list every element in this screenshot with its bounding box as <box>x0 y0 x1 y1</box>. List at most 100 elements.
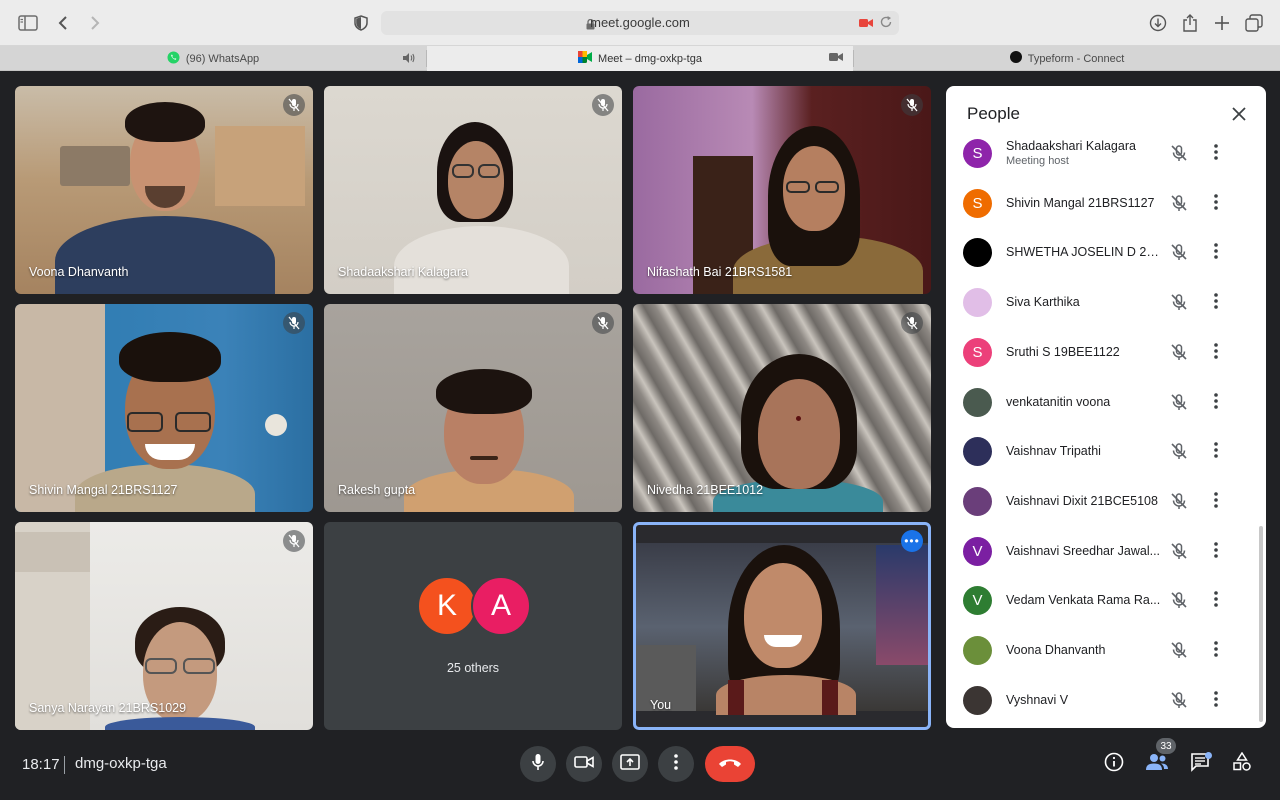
participant-row[interactable]: S Sruthi S 19BEE1122 <box>946 331 1256 377</box>
muted-mic-icon[interactable] <box>1170 343 1188 366</box>
muted-mic-icon <box>283 530 305 552</box>
participant-row[interactable]: S Shivin Mangal 21BRS1127 <box>946 182 1256 228</box>
participant-name: SHWETHA JOSELIN D 20... <box>1006 245 1161 260</box>
video-tile-shadaakshari[interactable]: Shadaakshari Kalagara <box>324 86 622 294</box>
participant-row[interactable]: Voona Dhanvanth <box>946 629 1256 675</box>
back-icon[interactable] <box>52 12 74 34</box>
vertical-dots-icon[interactable] <box>1214 442 1218 463</box>
meeting-details-button[interactable] <box>1102 752 1126 776</box>
share-icon[interactable] <box>1179 12 1201 34</box>
scrollbar[interactable] <box>1259 526 1263 722</box>
sidebar-toggle-icon[interactable] <box>17 12 39 34</box>
present-screen-button[interactable] <box>612 746 648 782</box>
muted-mic-icon[interactable] <box>1170 442 1188 465</box>
vertical-dots-icon[interactable] <box>1214 144 1218 165</box>
download-icon[interactable] <box>1147 12 1169 34</box>
participant-row[interactable]: V Vaishnavi Sreedhar Jawal... <box>946 530 1256 576</box>
muted-mic-icon <box>901 94 923 116</box>
tab-meet[interactable]: Meet – dmg-oxkp-tga <box>427 46 853 71</box>
whatsapp-icon <box>167 51 180 67</box>
avatar: A <box>471 576 531 636</box>
vertical-dots-icon[interactable] <box>1214 492 1218 513</box>
privacy-shield-icon[interactable] <box>350 12 372 34</box>
others-count-label: 25 others <box>446 661 500 675</box>
camera-button[interactable] <box>566 746 602 782</box>
video-tile-voona[interactable]: Voona Dhanvanth <box>15 86 313 294</box>
participant-name: Sanya Narayan 21BRS1029 <box>29 701 187 715</box>
participant-name: Vaishnav Tripathi <box>1006 444 1101 459</box>
activities-button[interactable] <box>1230 751 1254 776</box>
tab-whatsapp[interactable]: (96) WhatsApp <box>0 46 426 71</box>
vertical-dots-icon[interactable] <box>1214 293 1218 314</box>
avatar <box>963 238 992 268</box>
muted-mic-icon[interactable] <box>1170 293 1188 316</box>
camera-recording-icon[interactable] <box>829 52 843 65</box>
muted-mic-icon[interactable] <box>1170 691 1188 714</box>
more-options-button[interactable] <box>658 746 694 782</box>
muted-mic-icon[interactable] <box>1170 194 1188 217</box>
muted-mic-icon[interactable] <box>1170 243 1188 266</box>
muted-mic-icon[interactable] <box>1170 144 1188 167</box>
camera-icon <box>574 755 594 774</box>
muted-mic-icon <box>283 94 305 116</box>
reload-icon[interactable] <box>879 15 893 34</box>
vertical-dots-icon[interactable] <box>1214 690 1218 712</box>
typeform-icon <box>1009 51 1022 66</box>
muted-mic-icon[interactable] <box>1170 641 1188 664</box>
participant-row[interactable]: V Vedam Venkata Rama Ra... <box>946 579 1256 625</box>
participant-name: Voona Dhanvanth <box>29 265 129 279</box>
self-video-tile[interactable]: ••• You <box>633 522 931 730</box>
vertical-dots-icon[interactable] <box>1214 541 1218 563</box>
participant-row[interactable]: Vyshnavi V <box>946 679 1256 725</box>
browser-toolbar: meet.google.com <box>0 0 1280 46</box>
participant-name: Nivedha 21BEE1012 <box>647 483 764 497</box>
vertical-dots-icon[interactable] <box>1214 342 1218 364</box>
muted-mic-icon[interactable] <box>1170 591 1188 614</box>
vertical-dots-icon[interactable] <box>1214 193 1218 215</box>
participant-row[interactable]: Vaishnavi Dixit 21BCE5108 <box>946 480 1256 526</box>
more-options-icon[interactable]: ••• <box>901 530 923 552</box>
muted-mic-icon[interactable] <box>1170 542 1188 565</box>
muted-mic-icon[interactable] <box>1170 393 1188 416</box>
meeting-controls-bar: 18:17 dmg-oxkp-tga <box>0 728 1280 800</box>
participant-row[interactable]: S Shadaakshari Kalagara Meeting host <box>946 132 1256 178</box>
microphone-button[interactable] <box>520 746 556 782</box>
new-tab-icon[interactable] <box>1211 12 1233 34</box>
vertical-dots-icon <box>674 753 678 775</box>
participant-row[interactable]: Siva Karthika <box>946 281 1256 327</box>
present-screen-icon <box>620 753 640 775</box>
participant-name: Shivin Mangal 21BRS1127 <box>29 483 178 497</box>
video-tile-rakesh[interactable]: Rakesh gupta <box>324 304 622 512</box>
tab-typeform[interactable]: Typeform - Connect <box>854 46 1280 71</box>
avatar <box>963 685 992 715</box>
video-tile-shivin[interactable]: Shivin Mangal 21BRS1127 <box>15 304 313 512</box>
speaker-icon[interactable] <box>402 52 416 67</box>
vertical-dots-icon[interactable] <box>1214 641 1218 662</box>
camera-in-use-icon[interactable] <box>859 16 873 34</box>
video-tile-nivedha[interactable]: Nivedha 21BEE1012 <box>633 304 931 512</box>
participant-name: Vyshnavi V <box>1006 692 1069 707</box>
tab-label: (96) WhatsApp <box>185 52 260 65</box>
participant-name: Siva Karthika <box>1006 295 1080 310</box>
address-bar[interactable]: meet.google.com <box>381 11 899 35</box>
tab-overview-icon[interactable] <box>1243 12 1265 34</box>
vertical-dots-icon[interactable] <box>1214 591 1218 612</box>
people-panel: People S Shadaakshari Kalagara Meeting hos… <box>946 86 1266 728</box>
participant-name: Nifashath Bai 21BRS1581 <box>647 265 793 279</box>
close-icon[interactable] <box>1230 105 1248 123</box>
others-tile[interactable]: K A 25 others <box>324 522 622 730</box>
participant-row[interactable]: venkatanitin voona <box>946 381 1256 427</box>
forward-icon[interactable] <box>84 12 106 34</box>
vertical-dots-icon[interactable] <box>1214 243 1218 264</box>
people-icon <box>1145 753 1169 776</box>
video-tile-sanya[interactable]: Sanya Narayan 21BRS1029 <box>15 522 313 730</box>
participant-row[interactable]: SHWETHA JOSELIN D 20... <box>946 231 1256 277</box>
muted-mic-icon[interactable] <box>1170 492 1188 515</box>
participant-row[interactable]: Vaishnav Tripathi <box>946 430 1256 476</box>
vertical-dots-icon[interactable] <box>1214 392 1218 414</box>
people-button[interactable] <box>1145 752 1169 776</box>
divider <box>64 756 65 774</box>
info-icon <box>1104 752 1124 777</box>
video-tile-nifashath[interactable]: Nifashath Bai 21BRS1581 <box>633 86 931 294</box>
leave-call-button[interactable] <box>705 746 755 782</box>
